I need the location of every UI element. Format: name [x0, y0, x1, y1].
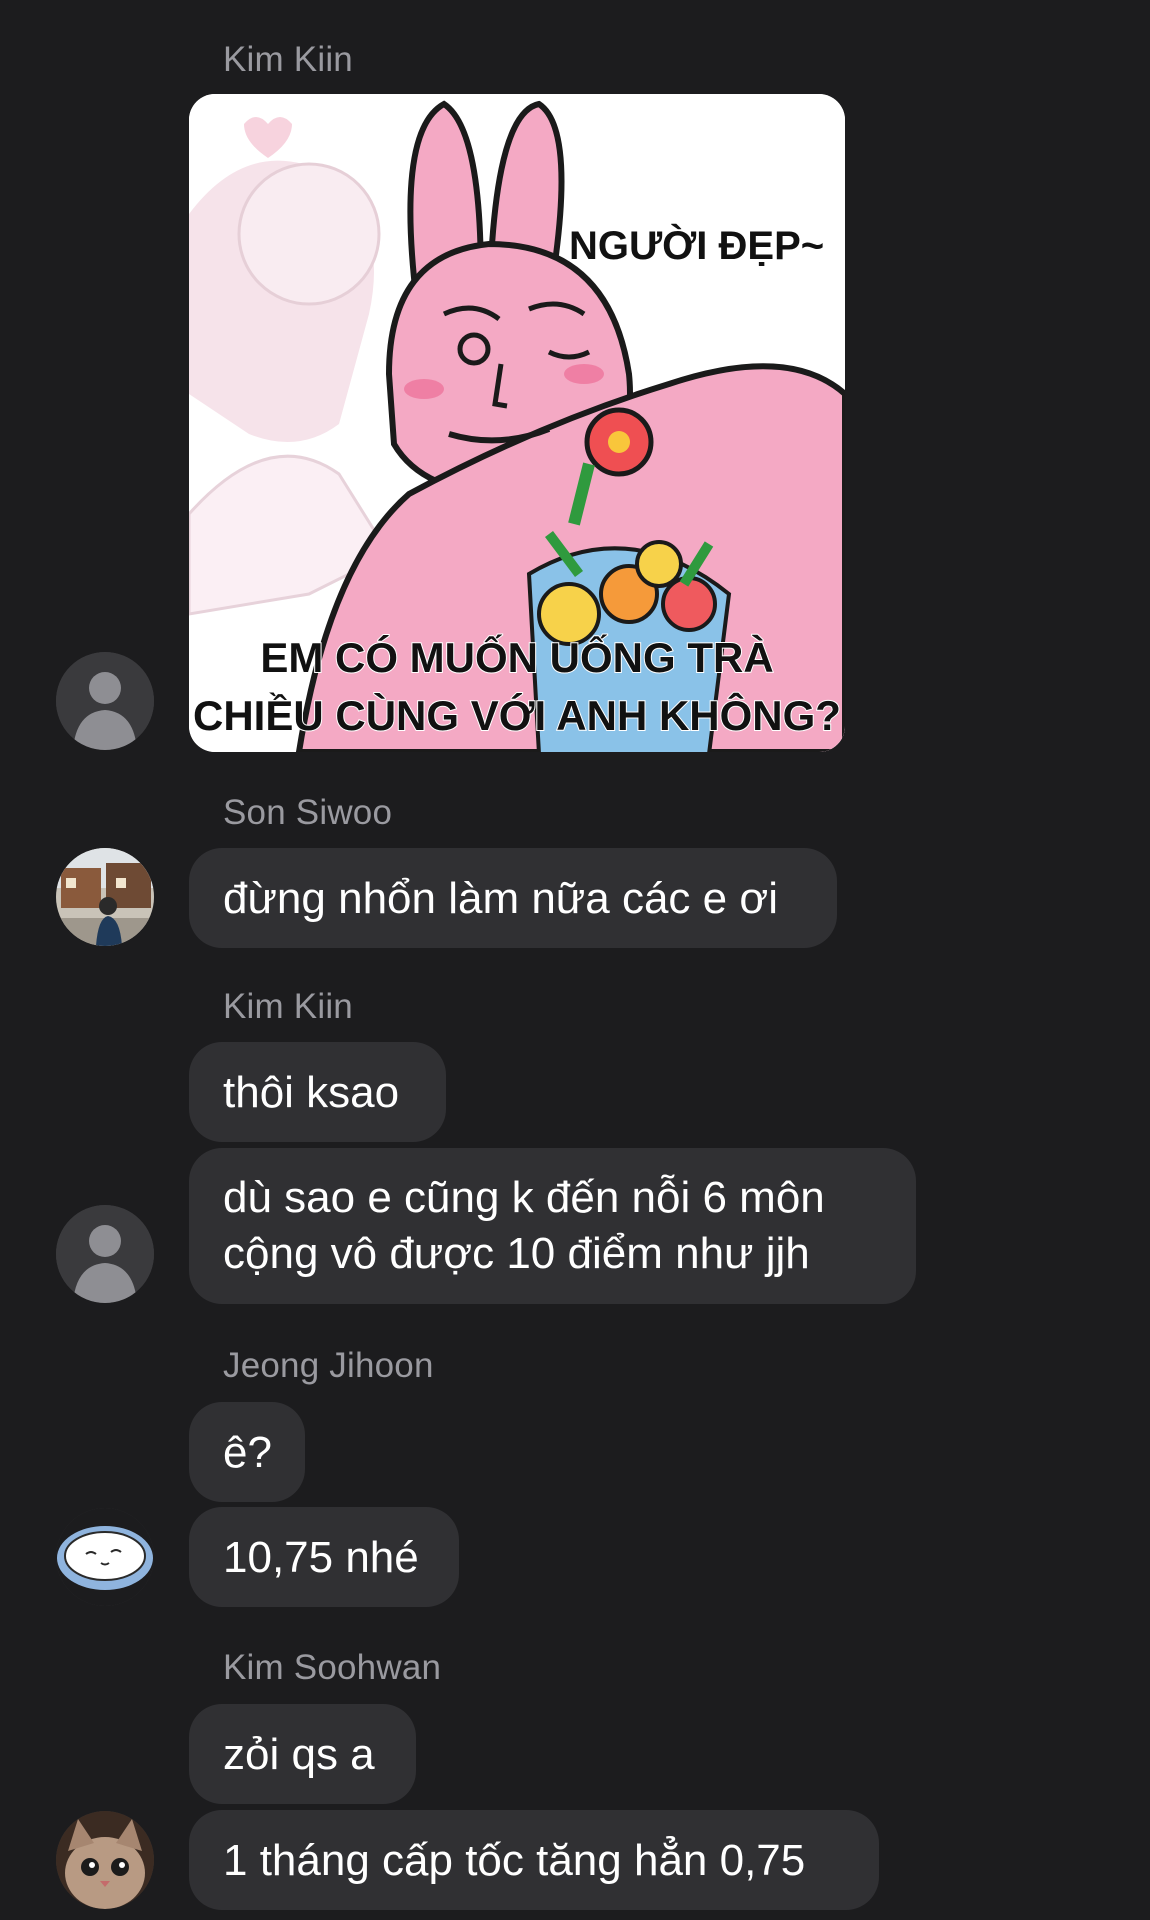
avatar[interactable] — [56, 652, 154, 750]
sender-name: Jeong Jihoon — [223, 1346, 434, 1385]
sticker-caption-line2: CHIỀU CÙNG VỚI ANH KHÔNG? — [193, 691, 841, 739]
message-bubble[interactable]: dù sao e cũng k đến nỗi 6 môn cộng vô đư… — [189, 1148, 916, 1304]
cat-photo-avatar — [56, 1811, 154, 1909]
message-bubble[interactable]: thôi ksao — [189, 1042, 446, 1142]
avatar[interactable] — [56, 1811, 154, 1909]
avatar[interactable] — [56, 1508, 154, 1606]
sender-name: Son Siwoo — [223, 793, 393, 832]
photo-avatar — [56, 848, 154, 946]
sender-name: Kim Kiin — [223, 40, 353, 79]
sticker-caption-top: NGƯỜI ĐẸP~ — [569, 222, 824, 268]
cartoon-avatar — [56, 1508, 154, 1606]
message-bubble[interactable]: 1 tháng cấp tốc tăng hẳn 0,75 — [189, 1810, 879, 1910]
avatar[interactable] — [56, 848, 154, 946]
person-silhouette-icon — [56, 652, 154, 750]
sender-name: Kim Soohwan — [223, 1648, 442, 1687]
person-silhouette-icon — [56, 1205, 154, 1303]
message-bubble[interactable]: 10,75 nhé — [189, 1507, 459, 1607]
avatar[interactable] — [56, 1205, 154, 1303]
message-bubble[interactable]: ê? — [189, 1402, 305, 1502]
sticker-image[interactable]: NGƯỜI ĐẸP~ EM CÓ MUỐN UỐNG TRÀ CHIỀU CÙN… — [189, 94, 845, 752]
sticker-caption-line1: EM CÓ MUỐN UỐNG TRÀ — [260, 633, 773, 681]
message-bubble[interactable]: zỏi qs a — [189, 1704, 416, 1804]
message-bubble[interactable]: đừng nhổn làm nữa các e ơi — [189, 848, 837, 948]
sender-name: Kim Kiin — [223, 987, 353, 1026]
